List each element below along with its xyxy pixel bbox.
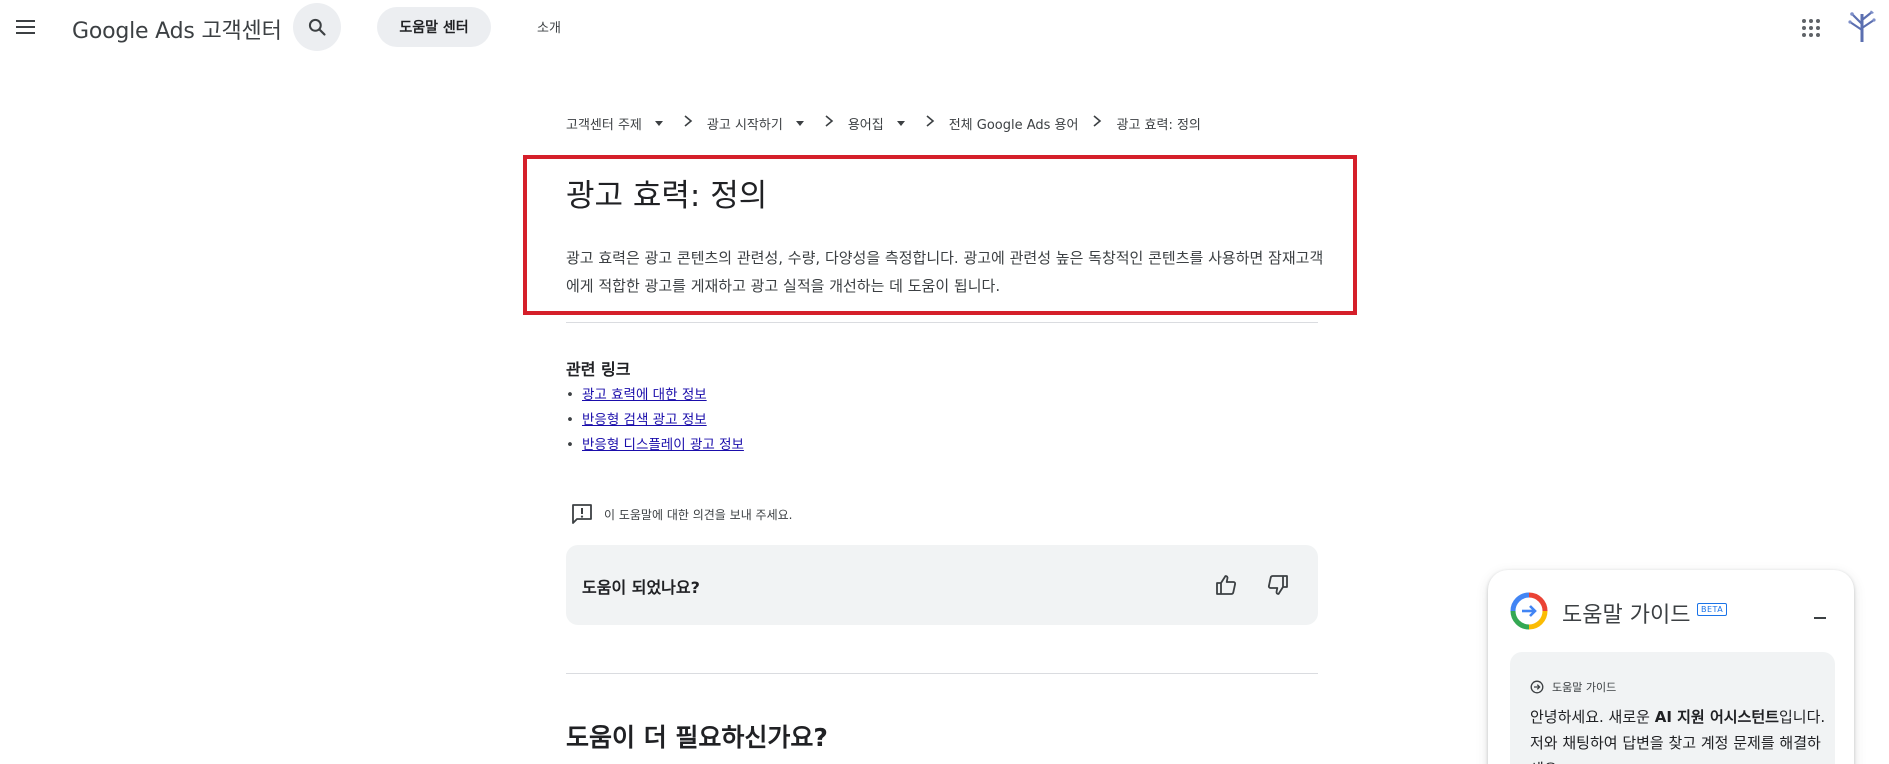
dropdown-caret-icon[interactable] [654, 120, 663, 126]
guide-arrow-icon [1530, 680, 1544, 694]
help-guide-logo-icon [1510, 592, 1548, 630]
related-link-responsive-display-ads[interactable]: 반응형 디스플레이 광고 정보 [582, 437, 744, 453]
about-link[interactable]: 소개 [537, 17, 561, 36]
breadcrumb-label: 용어집 [847, 117, 884, 133]
chevron-right-icon [683, 115, 693, 131]
feedback-label: 이 도움말에 대한 의견을 보내 주세요. [604, 507, 793, 522]
list-item: • 광고 효력에 대한 정보 [566, 387, 707, 403]
divider [566, 673, 1318, 674]
chevron-right-icon [1092, 115, 1102, 131]
helpful-box: 도움이 되었나요? [566, 545, 1318, 625]
guide-text-bold: AI 지원 어시스턴트 [1654, 708, 1779, 726]
related-link-responsive-search-ads[interactable]: 반응형 검색 광고 정보 [582, 412, 707, 428]
help-center-tab[interactable]: 도움말 센터 [377, 7, 491, 47]
list-item: • 반응형 디스플레이 광고 정보 [566, 437, 744, 453]
avatar-tree-icon [1848, 10, 1876, 42]
guide-card-header-label: 도움말 가이드 [1552, 681, 1617, 694]
related-links-list: • 광고 효력에 대한 정보 • 반응형 검색 광고 정보 • 반응형 디스플레이 광… [566, 383, 744, 458]
help-guide-message-card: 도움말 가이드 안녕하세요. 새로운 AI 지원 어시스턴트입니다. 저와 채팅… [1510, 652, 1835, 764]
thumbs-down-icon [1267, 575, 1288, 595]
divider [566, 322, 1318, 323]
breadcrumb-label: 광고 효력: 정의 [1116, 117, 1201, 133]
help-guide-panel: 도움말 가이드 BETA 도움말 가이드 안녕하세요. 새로운 AI 지원 어시… [1488, 570, 1854, 764]
dropdown-caret-icon[interactable] [795, 120, 804, 126]
breadcrumb-label: 광고 시작하기 [706, 117, 783, 133]
chevron-right-icon [824, 115, 834, 131]
breadcrumb-item-all-terms[interactable]: 전체 Google Ads 용어 [949, 114, 1079, 133]
search-icon [308, 18, 326, 36]
helpful-question: 도움이 되었나요? [582, 578, 700, 597]
dropdown-caret-icon[interactable] [896, 120, 905, 126]
avatar[interactable] [1844, 8, 1880, 44]
thumbs-up-icon [1216, 575, 1237, 595]
guide-message-text: 안녕하세요. 새로운 AI 지원 어시스턴트입니다. 저와 채팅하여 답변을 찾… [1530, 704, 1830, 764]
thumbs-up-button[interactable] [1210, 569, 1242, 601]
breadcrumb-item-getting-started[interactable]: 광고 시작하기 [707, 114, 824, 133]
article-description: 광고 효력은 광고 콘텐츠의 관련성, 수량, 다양성을 측정합니다. 광고에 … [566, 249, 1324, 295]
breadcrumb-label: 전체 Google Ads 용어 [948, 117, 1079, 133]
page-title: 광고 효력: 정의 [566, 178, 768, 214]
apps-grid-icon[interactable] [1798, 15, 1824, 41]
chevron-right-icon [925, 115, 935, 131]
breadcrumb-label: 고객센터 주제 [566, 117, 642, 133]
breadcrumb: 고객센터 주제 광고 시작하기 용어집 전체 Google Ads 용어 광고 … [566, 112, 1201, 134]
related-links-title: 관련 링크 [566, 360, 631, 379]
brand-title[interactable]: Google Ads 고객센터 [72, 13, 282, 45]
help-guide-title: 도움말 가이드 [1562, 603, 1691, 628]
guide-text-part: 안녕하세요. 새로운 [1530, 708, 1655, 726]
list-item: • 반응형 검색 광고 정보 [566, 412, 707, 428]
need-more-help-heading: 도움이 더 필요하신가요? [566, 723, 828, 752]
breadcrumb-item-glossary[interactable]: 용어집 [848, 114, 925, 133]
feedback-icon [572, 504, 592, 524]
beta-badge: BETA [1697, 603, 1728, 616]
breadcrumb-item-current[interactable]: 광고 효력: 정의 [1116, 114, 1200, 133]
thumbs-down-button[interactable] [1262, 569, 1294, 601]
related-link-ad-strength-info[interactable]: 광고 효력에 대한 정보 [582, 387, 707, 403]
minimize-icon[interactable] [1810, 608, 1830, 628]
search-button[interactable] [293, 3, 341, 51]
guide-card-header: 도움말 가이드 [1530, 679, 1616, 695]
top-header: Google Ads 고객센터 도움말 센터 소개 [0, 0, 1889, 54]
menu-icon[interactable] [10, 12, 40, 42]
breadcrumb-item-topics[interactable]: 고객센터 주제 [566, 114, 683, 133]
send-feedback-link[interactable]: 이 도움말에 대한 의견을 보내 주세요. [570, 503, 793, 525]
